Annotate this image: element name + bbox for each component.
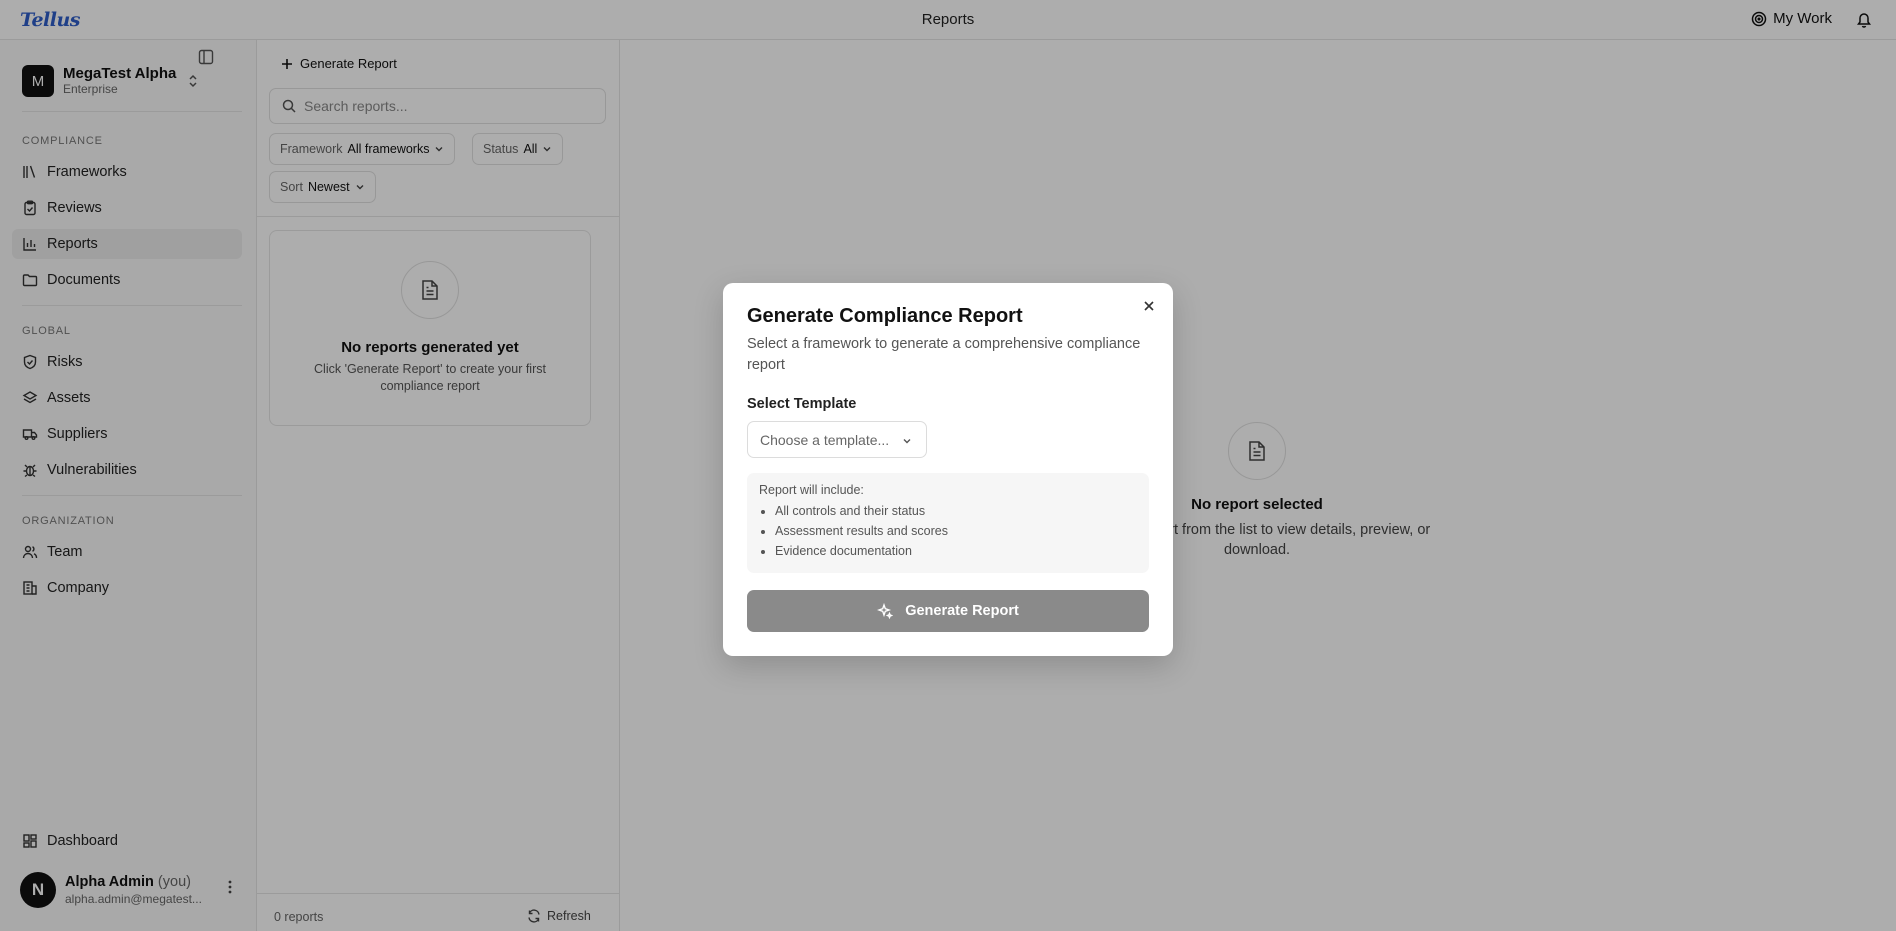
close-icon <box>1144 301 1154 311</box>
template-select[interactable]: Choose a template... <box>747 421 927 458</box>
template-label: Select Template <box>747 396 857 412</box>
includes-list: All controls and their status Assessment… <box>759 501 1137 561</box>
includes-title: Report will include: <box>759 483 864 497</box>
template-select-value: Choose a template... <box>760 431 890 448</box>
list-item: Evidence documentation <box>775 541 1137 561</box>
chevron-down-icon <box>903 439 911 444</box>
dialog-description: Select a framework to generate a compreh… <box>747 336 1141 374</box>
list-item: All controls and their status <box>775 501 1137 521</box>
generate-report-submit-button[interactable]: Generate Report <box>747 590 1149 632</box>
report-includes-box: Report will include: All controls and th… <box>747 473 1149 573</box>
dialog-title: Generate Compliance Report <box>747 305 1023 327</box>
generate-report-submit-label: Generate Report <box>905 603 1019 619</box>
sparkles-icon <box>877 603 894 619</box>
list-item: Assessment results and scores <box>775 521 1137 541</box>
close-button[interactable] <box>1143 299 1155 317</box>
generate-report-dialog: Generate Compliance Report Select a fram… <box>723 283 1173 656</box>
